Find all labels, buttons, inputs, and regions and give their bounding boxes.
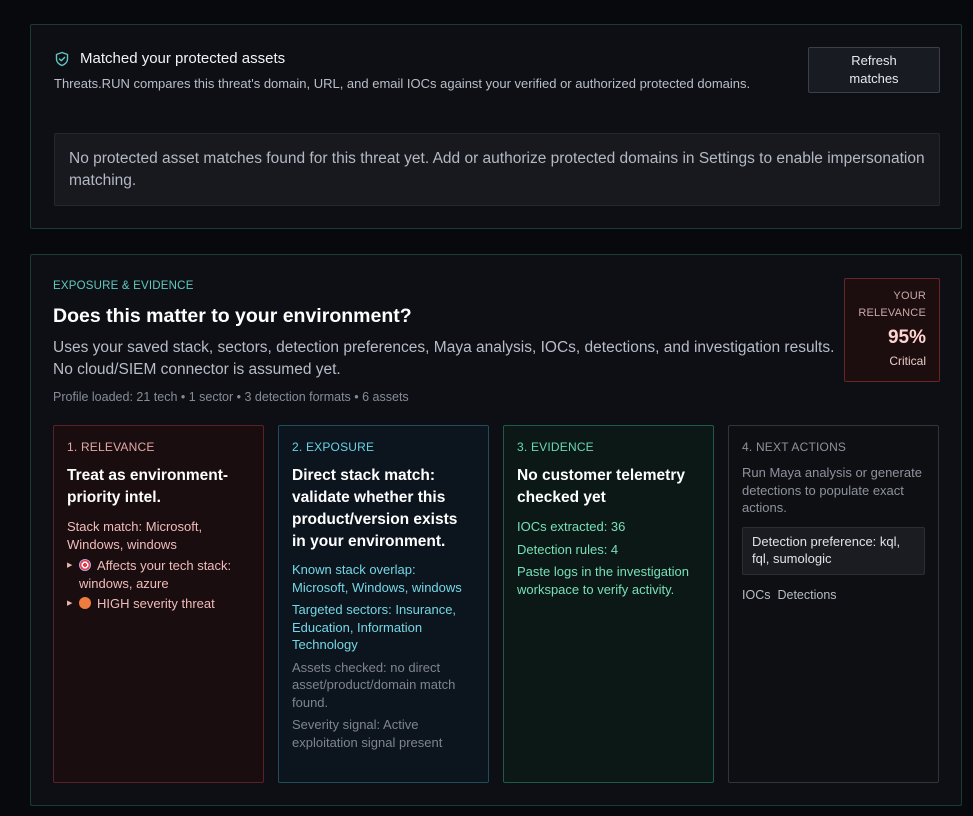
next-actions-text: Run Maya analysis or generate detections… [742,465,922,515]
severity-text: HIGH severity threat [97,596,215,611]
profile-summary: Profile loaded: 21 tech • 1 sector • 3 d… [53,390,409,404]
stack-match-text: Stack match: Microsoft, Windows, windows [67,519,203,552]
card-step-label: 2. EXPOSURE [292,440,375,454]
section-description: Uses your saved stack, sectors, detectio… [53,339,835,378]
card-title: No customer telemetry checked yet [517,467,685,506]
action-links: IOCs Detections [742,588,925,602]
targeted-sectors-text: Targeted sectors: Insurance, Education, … [292,602,457,652]
exposure-card: 2. EXPOSURE Direct stack match: validate… [278,425,489,783]
affects-stack-text: Affects your tech stack: windows, azure [79,558,232,591]
no-match-notice: No protected asset matches found for thi… [54,133,940,206]
assets-title: Matched your protected assets [80,50,286,67]
assets-header: Matched your protected assets [54,50,285,67]
target-icon [79,559,91,571]
paste-logs-text: Paste logs in the investigation workspac… [517,564,689,597]
stack-overlap-text: Known stack overlap: Microsoft, Windows,… [292,562,462,595]
assets-description: Threats.RUN compares this threat's domai… [54,76,751,91]
relevance-level: Critical [889,354,926,368]
detection-rules-text: Detection rules: 4 [517,541,619,557]
relevance-percent: 95% [887,327,926,348]
relevance-score-badge: YOUR RELEVANCE 95% Critical [844,278,940,382]
relevance-label-line2: RELEVANCE [858,307,926,319]
iocs-link[interactable]: IOCs [742,588,770,602]
severity-item: HIGH severity threat [79,595,215,613]
severity-bullet: ▶ HIGH severity threat [67,595,250,613]
detections-link[interactable]: Detections [777,588,836,602]
orange-circle-icon [79,597,91,609]
detection-preference-box: Detection preference: kql, fql, sumologi… [742,526,925,575]
evidence-card: 3. EVIDENCE No customer telemetry checke… [503,425,714,783]
triangle-bullet-icon: ▶ [67,600,73,607]
exposure-evidence-panel: EXPOSURE & EVIDENCE Does this matter to … [30,254,962,806]
refresh-matches-button[interactable]: Refresh matches [808,47,940,93]
protected-assets-panel: Matched your protected assets Threats.RU… [30,24,962,229]
card-step-label: 4. NEXT ACTIONS [742,440,847,454]
shield-check-icon [55,51,69,66]
section-title: Does this matter to your environment? [53,305,412,327]
assets-checked-text: Assets checked: no direct asset/product/… [292,659,456,710]
triangle-bullet-icon: ▶ [67,562,73,569]
relevance-card: 1. RELEVANCE Treat as environment-priori… [53,425,264,783]
next-actions-card: 4. NEXT ACTIONS Run Maya analysis or gen… [728,425,939,783]
section-eyebrow: EXPOSURE & EVIDENCE [53,280,194,292]
card-step-label: 3. EVIDENCE [517,440,594,454]
iocs-extracted-text: IOCs extracted: 36 [517,519,626,534]
relevance-label-line1: YOUR [893,290,926,302]
card-step-label: 1. RELEVANCE [67,440,155,454]
affects-stack-item: Affects your tech stack: windows, azure [79,557,250,592]
severity-signal-text: Severity signal: Active exploitation sig… [292,717,443,750]
card-title: Direct stack match: validate whether thi… [292,467,458,550]
card-title: Treat as environment-priority intel. [67,467,229,506]
affects-stack-bullet: ▶ Affects your tech stack: windows, azur… [67,557,250,592]
